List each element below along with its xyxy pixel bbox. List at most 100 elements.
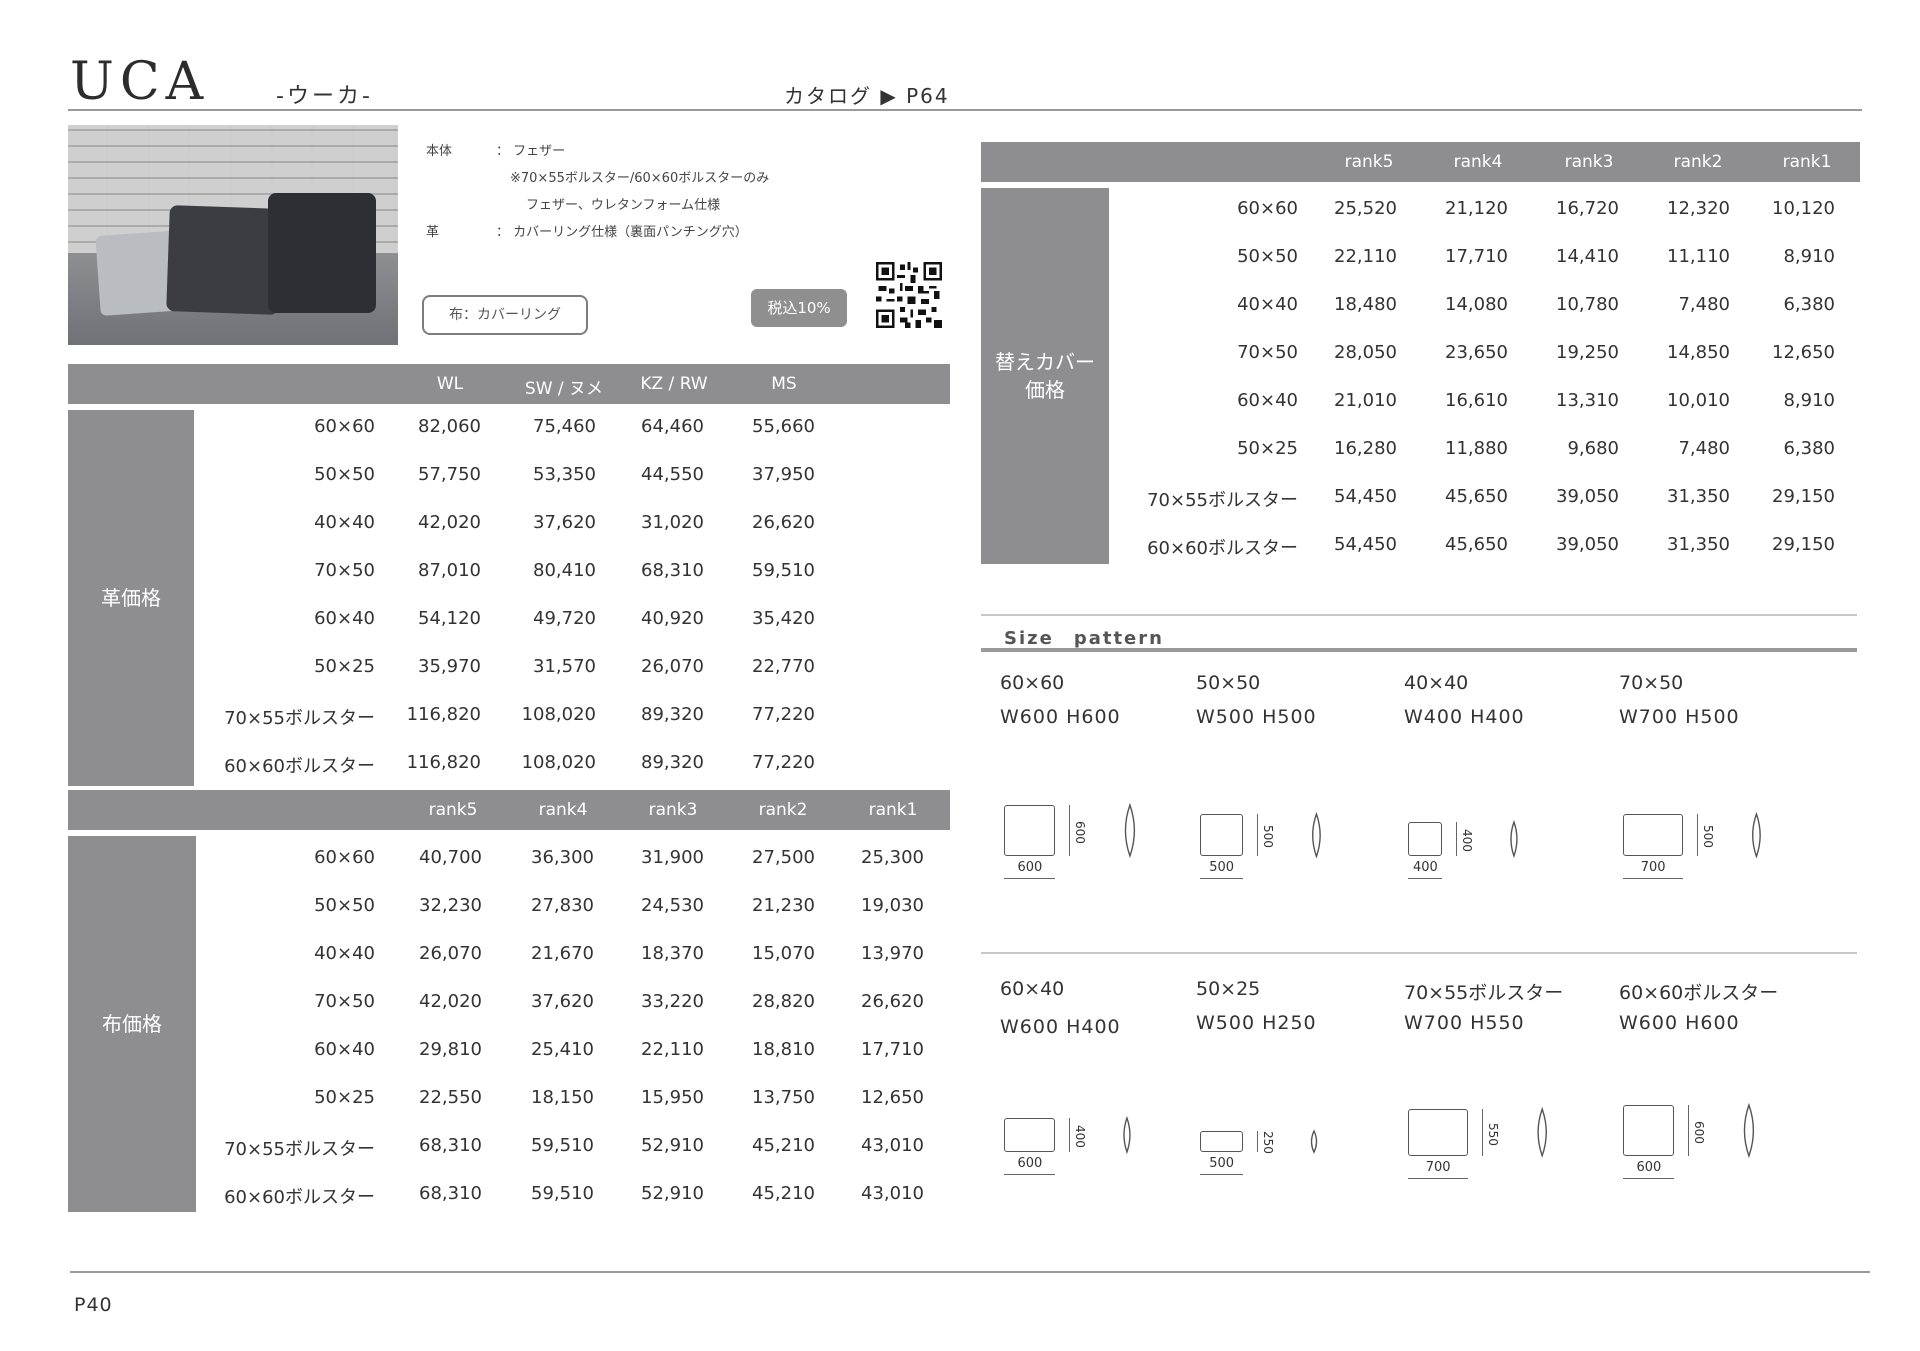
price-cell: 37,620	[531, 991, 594, 1012]
size-pattern-rule	[981, 648, 1857, 652]
price-cell: 39,050	[1556, 486, 1619, 507]
column-header: SW / ヌメ	[524, 379, 604, 399]
price-cell: 12,650	[861, 1087, 924, 1108]
row-size-label: 40×40	[314, 512, 375, 533]
price-cell: 108,020	[521, 704, 596, 725]
cover-price-label-line1: 替えカバー	[995, 350, 1095, 374]
price-cell: 35,420	[752, 608, 815, 629]
row-size-label: 70×55ボルスター	[224, 708, 375, 729]
price-cell: 29,150	[1772, 486, 1835, 507]
height-dimension-label: 550	[1485, 1122, 1500, 1146]
price-cell: 6,380	[1783, 294, 1835, 315]
price-cell: 25,520	[1334, 198, 1397, 219]
price-cell: 27,500	[752, 847, 815, 868]
price-cell: 18,150	[531, 1087, 594, 1108]
price-cell: 45,650	[1445, 486, 1508, 507]
row-size-label: 70×55ボルスター	[224, 1139, 375, 1160]
width-dimension-label: 700	[1640, 860, 1666, 875]
column-header: rank3	[1564, 152, 1614, 172]
price-cell: 33,220	[641, 991, 704, 1012]
cushion-front-diagram	[1623, 813, 1683, 856]
price-cell: 13,750	[752, 1087, 815, 1108]
height-dimension-label: 250	[1260, 1131, 1275, 1155]
column-header: rank5	[1344, 152, 1394, 172]
price-cell: 31,570	[533, 656, 596, 677]
height-dimension-label: 600	[1073, 820, 1087, 844]
size-name: 60×60ボルスター	[1619, 982, 1779, 1004]
price-cell: 37,950	[752, 464, 815, 485]
price-cell: 19,250	[1556, 342, 1619, 363]
width-dimension-line	[1004, 1174, 1055, 1175]
price-cell: 26,070	[641, 656, 704, 677]
width-dimension-line	[1623, 1178, 1674, 1179]
price-cell: 59,510	[531, 1183, 594, 1204]
size-pattern-mid-rule	[981, 952, 1857, 954]
price-cell: 59,510	[752, 560, 815, 581]
column-header: rank4	[1453, 152, 1503, 172]
price-cell: 10,780	[1556, 294, 1619, 315]
price-cell: 36,300	[531, 847, 594, 868]
size-pattern-title: Size pattern	[1004, 628, 1164, 649]
price-cell: 26,620	[861, 991, 924, 1012]
price-cell: 43,010	[861, 1183, 924, 1204]
price-cell: 68,310	[419, 1183, 482, 1204]
size-dimensions: W700 H500	[1619, 706, 1740, 728]
size-dimensions: W400 H400	[1404, 706, 1525, 728]
row-size-label: 60×60	[314, 416, 375, 437]
price-cell: 15,070	[752, 943, 815, 964]
spec-body-note2: フェザー、ウレタンフォーム仕様	[526, 198, 721, 213]
cushion-side-profile-icon	[1743, 1103, 1755, 1158]
price-cell: 10,120	[1772, 198, 1835, 219]
price-cell: 14,850	[1667, 342, 1730, 363]
price-cell: 25,410	[531, 1039, 594, 1060]
tax-badge: 税込10%	[751, 289, 847, 327]
row-size-label: 50×25	[314, 656, 375, 677]
price-cell: 14,080	[1445, 294, 1508, 315]
price-cell: 80,410	[533, 560, 596, 581]
price-cell: 15,950	[641, 1087, 704, 1108]
row-size-label: 60×40	[314, 1039, 375, 1060]
size-dimensions: W600 H600	[1619, 1012, 1740, 1034]
price-cell: 116,820	[406, 704, 481, 725]
width-dimension-label: 400	[1413, 860, 1438, 875]
price-cell: 28,820	[752, 991, 815, 1012]
price-cell: 16,280	[1334, 438, 1397, 459]
cushion-side-profile-icon	[1123, 1116, 1131, 1154]
size-name: 70×55ボルスター	[1404, 982, 1564, 1004]
row-size-label: 50×25	[1237, 438, 1298, 459]
qr-code-icon[interactable]	[876, 262, 942, 328]
row-size-label: 50×50	[1237, 246, 1298, 267]
price-cell: 31,020	[641, 512, 704, 533]
price-cell: 17,710	[861, 1039, 924, 1060]
width-dimension-line	[1408, 1178, 1468, 1179]
height-dimension-label: 500	[1700, 824, 1715, 848]
height-dimension-label: 400	[1073, 1125, 1087, 1148]
row-size-label: 70×50	[314, 560, 375, 581]
price-cell: 6,380	[1783, 438, 1835, 459]
price-cell: 16,610	[1445, 390, 1508, 411]
price-cell: 37,620	[533, 512, 596, 533]
price-cell: 17,710	[1445, 246, 1508, 267]
column-header: MS	[771, 374, 797, 394]
price-cell: 64,460	[641, 416, 704, 437]
price-cell: 21,010	[1334, 390, 1397, 411]
column-header: WL	[436, 374, 464, 394]
row-size-label: 50×50	[314, 464, 375, 485]
price-cell: 68,310	[641, 560, 704, 581]
price-cell: 8,910	[1783, 246, 1835, 267]
price-cell: 11,110	[1667, 246, 1730, 267]
row-size-label: 50×25	[314, 1087, 375, 1108]
price-cell: 21,670	[531, 943, 594, 964]
price-cell: 25,300	[861, 847, 924, 868]
cushion-front-diagram	[1200, 1130, 1243, 1152]
price-cell: 75,460	[533, 416, 596, 437]
price-cell: 32,230	[419, 895, 482, 916]
width-dimension-label: 600	[1017, 860, 1043, 875]
price-cell: 52,910	[641, 1135, 704, 1156]
price-cell: 40,700	[419, 847, 482, 868]
price-cell: 82,060	[418, 416, 481, 437]
width-dimension-label: 700	[1425, 1160, 1451, 1175]
leather-price-label: 革価格	[68, 410, 194, 786]
price-cell: 12,320	[1667, 198, 1730, 219]
price-cell: 40,920	[641, 608, 704, 629]
